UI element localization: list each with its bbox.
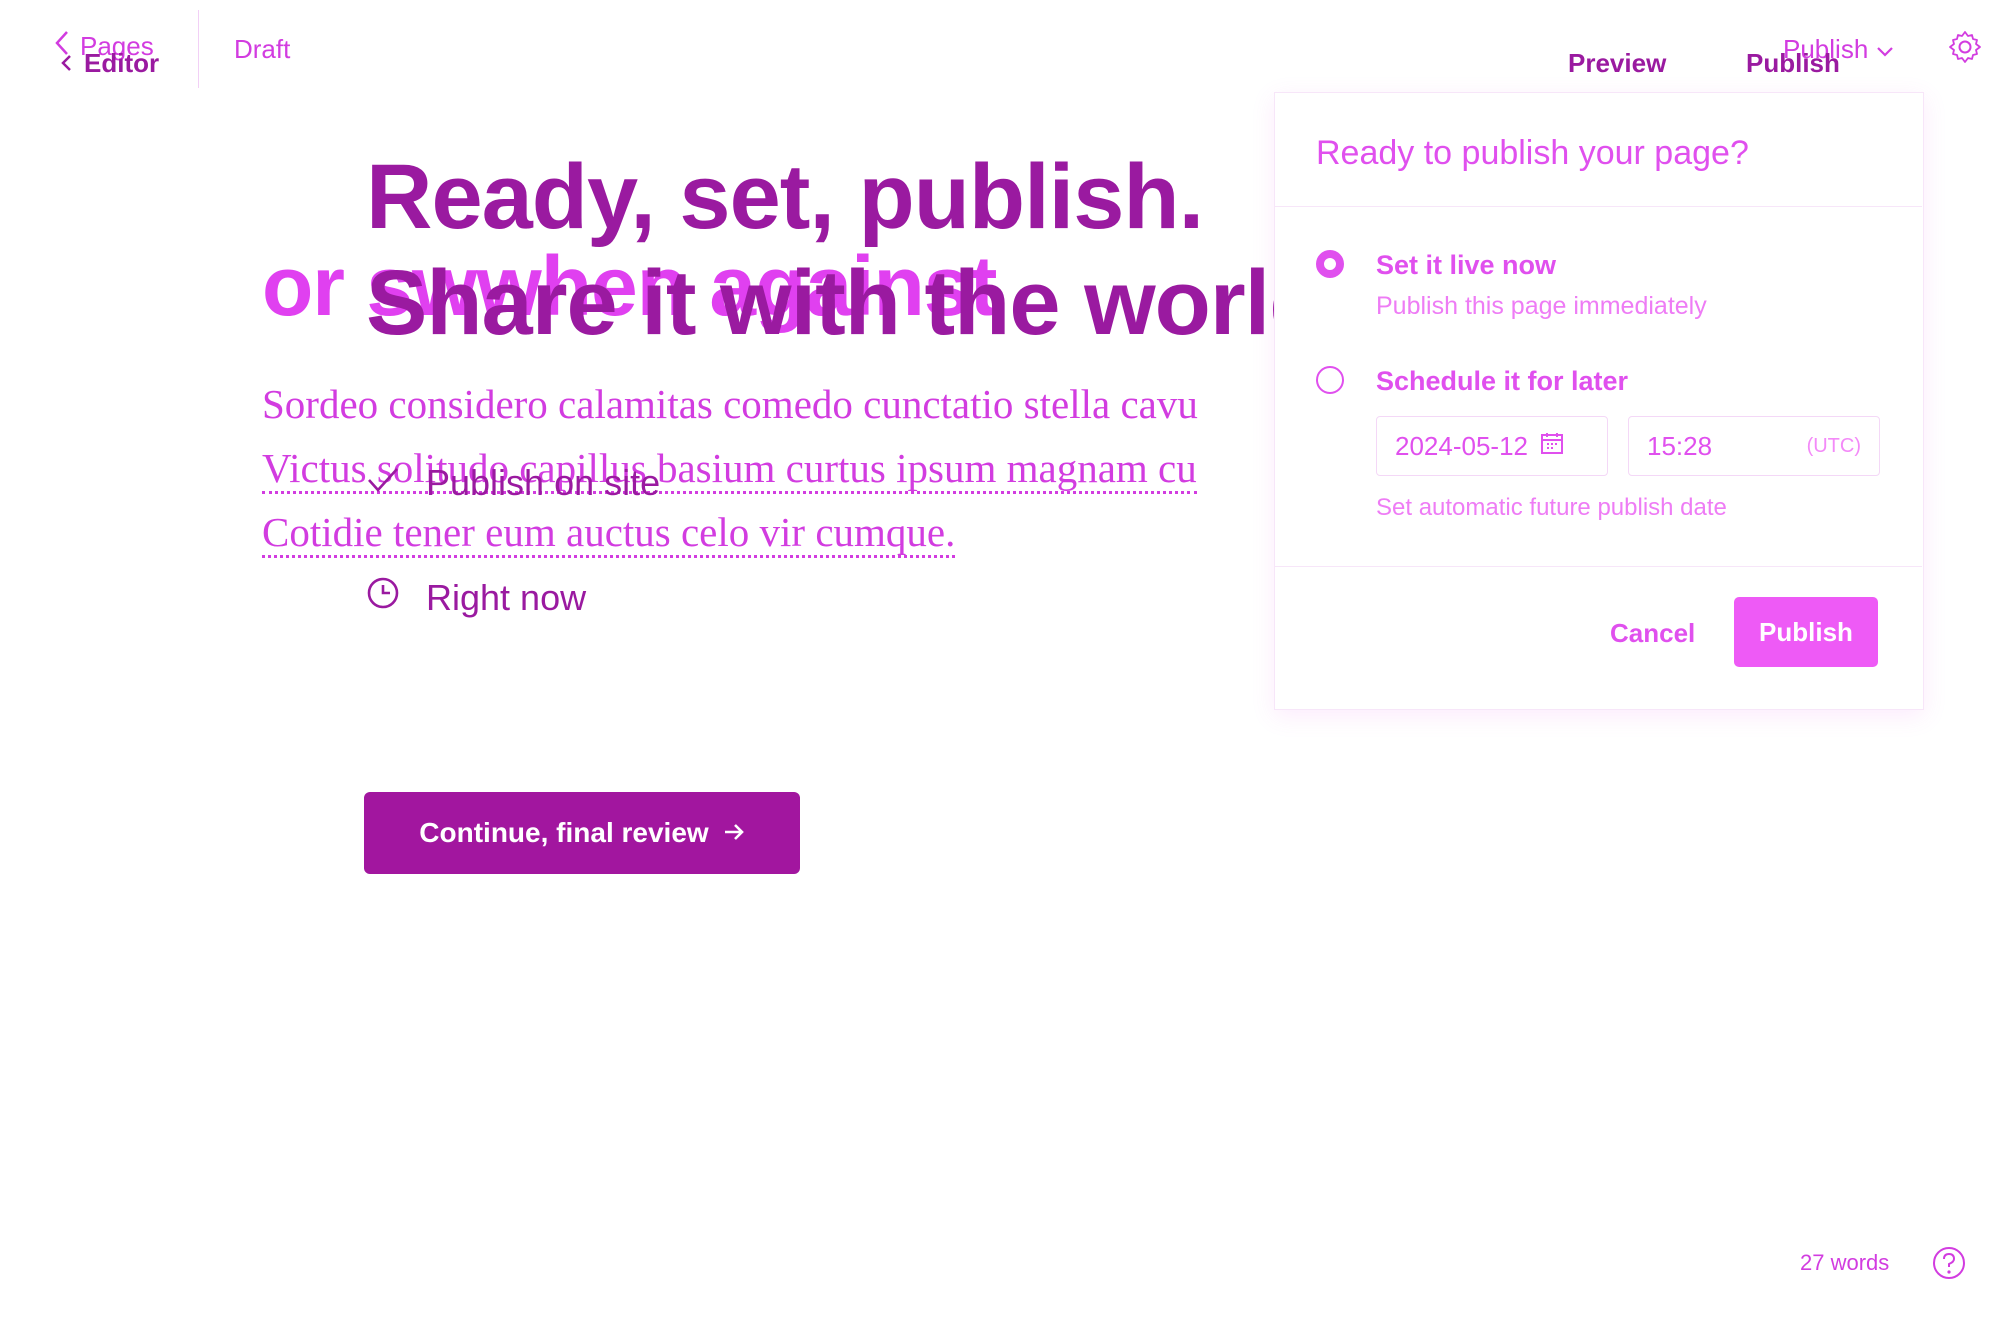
publish-on-site-label: Publish on site [426, 462, 661, 503]
wizard-title: Ready, set, publish. Share it with the w… [366, 144, 1350, 356]
continue-label: Continue, final review [419, 817, 709, 848]
editor-label: Editor [84, 48, 160, 78]
gear-icon[interactable] [1948, 30, 1982, 64]
date-field[interactable]: 2024-05-12 [1376, 416, 1608, 476]
chevron-down-icon [1876, 34, 1894, 65]
schedule-help-text: Set automatic future publish date [1376, 494, 1727, 521]
right-now-row[interactable]: Right now [366, 576, 586, 619]
right-now-label: Right now [426, 576, 587, 618]
help-icon[interactable] [1932, 1246, 1966, 1280]
calendar-icon [1540, 431, 1564, 462]
option-live-now-title: Set it live now [1376, 250, 1557, 280]
clock-icon [366, 576, 400, 619]
continue-final-review-button[interactable]: Continue, final review [364, 792, 800, 874]
chevron-left-icon [60, 48, 72, 79]
word-count: 27 words [1800, 1250, 1890, 1275]
popover-title: Ready to publish your page? [1316, 134, 1749, 172]
preview-button[interactable]: Preview [1568, 48, 1666, 79]
paragraph-line-text: Cotidie tener eum auctus celo vir cumque… [262, 509, 956, 558]
checkmark-icon [366, 462, 400, 504]
popover-divider [1274, 206, 1922, 207]
back-to-editor-link[interactable]: Editor [60, 48, 159, 79]
time-value: 15:28 [1647, 430, 1713, 461]
time-field[interactable]: 15:28 (UTC) [1628, 416, 1880, 476]
option-schedule-title: Schedule it for later [1376, 366, 1629, 396]
popover-publish-button[interactable]: Publish [1734, 597, 1878, 667]
timezone-label: (UTC) [1806, 434, 1861, 457]
wizard-title-line: Share it with the world. [366, 252, 1350, 354]
arrow-right-icon [723, 817, 745, 849]
publish-on-site-row[interactable]: Publish on site [366, 462, 660, 504]
popover-divider [1274, 566, 1922, 567]
cancel-button[interactable]: Cancel [1610, 618, 1695, 649]
toolbar-divider [198, 10, 199, 88]
wizard-title-line: Ready, set, publish. [366, 146, 1204, 248]
option-live-now-desc: Publish this page immediately [1376, 292, 1707, 320]
paragraph-line: Sordeo considero calamitas comedo cuncta… [262, 381, 1198, 427]
draft-status: Draft [234, 34, 291, 64]
publish-button-top[interactable]: Publish [1746, 48, 1840, 79]
radio-schedule-later[interactable] [1316, 366, 1344, 394]
paragraph-line: Cotidie tener eum auctus celo vir cumque… [262, 500, 1272, 564]
date-value: 2024-05-12 [1395, 430, 1528, 461]
radio-live-now[interactable] [1316, 250, 1344, 278]
